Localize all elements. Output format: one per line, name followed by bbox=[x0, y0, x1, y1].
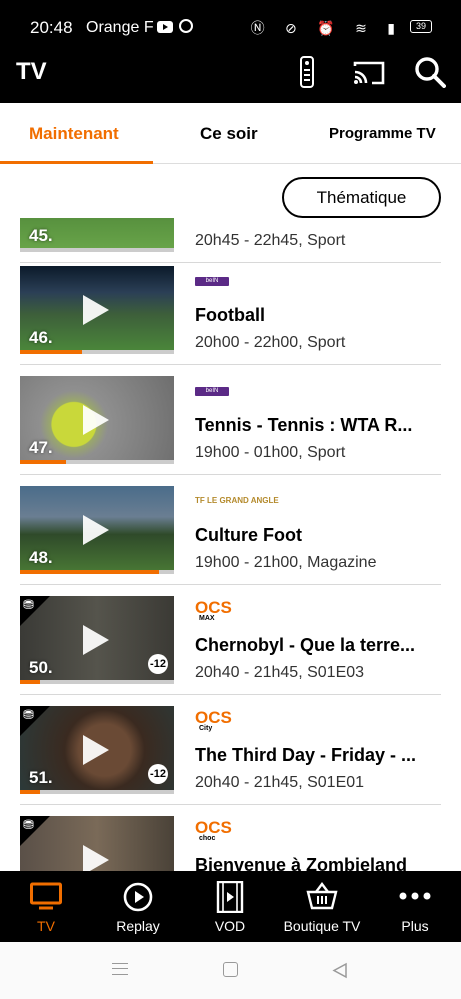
list-item[interactable]: ⛃ 50. -12 OCS MAX Chernobyl - Que la terr… bbox=[0, 585, 461, 695]
tv-icon bbox=[30, 882, 62, 910]
program-time: 19h00 - 21h00, Magazine bbox=[195, 554, 377, 571]
nav-boutique-tv[interactable]: Boutique TV bbox=[276, 871, 368, 942]
progress-bar bbox=[20, 790, 41, 794]
search-icon[interactable] bbox=[414, 56, 446, 88]
remote-icon[interactable] bbox=[300, 56, 314, 88]
status-time: 20:48 bbox=[30, 18, 73, 37]
youtube-notification-icon bbox=[157, 21, 173, 33]
nav-replay[interactable]: Replay bbox=[92, 871, 184, 942]
channel-logo: OCS choc bbox=[195, 819, 232, 843]
program-thumbnail[interactable]: 45. bbox=[20, 218, 174, 252]
bottom-nav: TV Replay VOD Boutique TV Plus bbox=[0, 871, 461, 942]
play-icon[interactable] bbox=[83, 515, 109, 545]
basket-icon bbox=[306, 882, 338, 910]
channel-logo: TF LE GRAND ANGLE bbox=[195, 496, 279, 505]
program-thumbnail[interactable]: ⛃ 51. -12 bbox=[20, 706, 174, 794]
program-thumbnail[interactable]: ⛃ bbox=[20, 816, 174, 871]
status-operator: Orange F bbox=[86, 19, 154, 36]
program-list[interactable]: 45. 20h45 - 22h45, Sport 46. beIN SPORTS… bbox=[0, 218, 461, 871]
program-thumbnail[interactable]: 48. bbox=[20, 486, 174, 574]
list-item[interactable]: 48. TF LE GRAND ANGLE Culture Foot 19h00… bbox=[0, 475, 461, 585]
age-rating-badge: -12 bbox=[148, 764, 168, 784]
basket-icon: ⛃ bbox=[23, 708, 34, 723]
film-icon bbox=[216, 881, 244, 913]
program-title: The Third Day - Friday - ... bbox=[195, 745, 417, 765]
tab-maintenant[interactable]: Maintenant bbox=[29, 124, 119, 144]
progress-track bbox=[20, 248, 174, 252]
program-time: 19h00 - 01h00, Sport bbox=[195, 444, 346, 461]
nav-tv[interactable]: TV bbox=[0, 871, 92, 942]
list-item[interactable]: ⛃ 51. -12 OCS City The Third Day - Friday… bbox=[0, 695, 461, 805]
nav-label: Boutique TV bbox=[283, 918, 361, 934]
notification-icon bbox=[179, 19, 193, 33]
nav-plus[interactable]: Plus bbox=[369, 871, 461, 942]
channel-number: 48. bbox=[29, 548, 53, 567]
progress-bar bbox=[20, 350, 82, 354]
play-icon[interactable] bbox=[83, 405, 109, 435]
play-icon[interactable] bbox=[83, 625, 109, 655]
channel-number: 51. bbox=[29, 768, 53, 787]
recents-icon[interactable] bbox=[112, 963, 128, 975]
cast-icon[interactable] bbox=[353, 60, 385, 86]
tab-programme-tv[interactable]: Programme TV bbox=[329, 125, 436, 142]
battery-icon: 39 bbox=[410, 20, 432, 33]
program-thumbnail[interactable]: 46. bbox=[20, 266, 174, 354]
channel-number: 50. bbox=[29, 658, 53, 677]
more-icon bbox=[399, 892, 431, 900]
nav-vod[interactable]: VOD bbox=[184, 871, 276, 942]
program-title: Tennis - Tennis : WTA R... bbox=[195, 415, 413, 435]
channel-number: 46. bbox=[29, 328, 53, 347]
progress-bar bbox=[20, 570, 159, 574]
nav-label: Plus bbox=[401, 918, 429, 934]
replay-icon bbox=[123, 882, 153, 912]
system-nav-bar bbox=[0, 942, 461, 999]
tab-bar: Maintenant Ce soir Programme TV bbox=[0, 103, 461, 164]
play-icon[interactable] bbox=[83, 295, 109, 325]
progress-bar bbox=[20, 680, 41, 684]
status-icons: Ⓝ ⊘ ⏰ ≋ ▮ bbox=[250, 21, 403, 37]
status-bar: 20:48 Orange F Ⓝ ⊘ ⏰ ≋ ▮ 39 bbox=[0, 0, 461, 52]
thematique-filter-button[interactable]: Thématique bbox=[282, 177, 441, 218]
active-tab-indicator bbox=[0, 161, 153, 164]
home-icon[interactable] bbox=[223, 962, 238, 977]
page-title: TV bbox=[16, 58, 47, 85]
play-icon[interactable] bbox=[83, 735, 109, 765]
channel-logo: beIN SPORTS 3 bbox=[195, 387, 229, 403]
channel-number: 47. bbox=[29, 438, 53, 457]
program-title: Chernobyl - Que la terre... bbox=[195, 635, 416, 655]
program-title: Culture Foot bbox=[195, 525, 302, 545]
basket-icon: ⛃ bbox=[23, 818, 34, 833]
program-time: 20h45 - 22h45, Sport bbox=[195, 232, 346, 249]
play-icon[interactable] bbox=[83, 845, 109, 871]
progress-bar bbox=[20, 460, 67, 464]
progress-track bbox=[20, 790, 174, 794]
progress-track bbox=[20, 680, 174, 684]
program-title: Football bbox=[195, 305, 265, 325]
program-time: 20h00 - 22h00, Sport bbox=[195, 334, 346, 351]
tab-ce-soir[interactable]: Ce soir bbox=[200, 124, 258, 144]
channel-number: 45. bbox=[29, 226, 53, 245]
channel-logo: OCS MAX bbox=[195, 599, 232, 623]
list-item[interactable]: 47. beIN SPORTS 3 Tennis - Tennis : WTA … bbox=[0, 365, 461, 475]
channel-logo: OCS City bbox=[195, 709, 232, 733]
nav-label: Replay bbox=[116, 918, 160, 934]
list-item[interactable]: 46. beIN SPORTS 2 Football 20h00 - 22h00… bbox=[0, 255, 461, 365]
back-icon[interactable] bbox=[332, 962, 348, 979]
app-header: TV bbox=[0, 52, 461, 103]
age-rating-badge: -12 bbox=[148, 654, 168, 674]
channel-logo: beIN SPORTS 2 bbox=[195, 277, 229, 293]
program-thumbnail[interactable]: ⛃ 50. -12 bbox=[20, 596, 174, 684]
basket-icon: ⛃ bbox=[23, 598, 34, 613]
list-item[interactable]: ⛃ OCS choc Bienvenue à Zombieland bbox=[0, 805, 461, 871]
program-time: 20h40 - 21h45, S01E01 bbox=[195, 774, 365, 791]
program-title: Bienvenue à Zombieland bbox=[195, 855, 408, 871]
program-time: 20h40 - 21h45, S01E03 bbox=[195, 664, 365, 681]
nav-label: VOD bbox=[214, 918, 246, 934]
nav-label: TV bbox=[37, 918, 55, 934]
program-thumbnail[interactable]: 47. bbox=[20, 376, 174, 464]
